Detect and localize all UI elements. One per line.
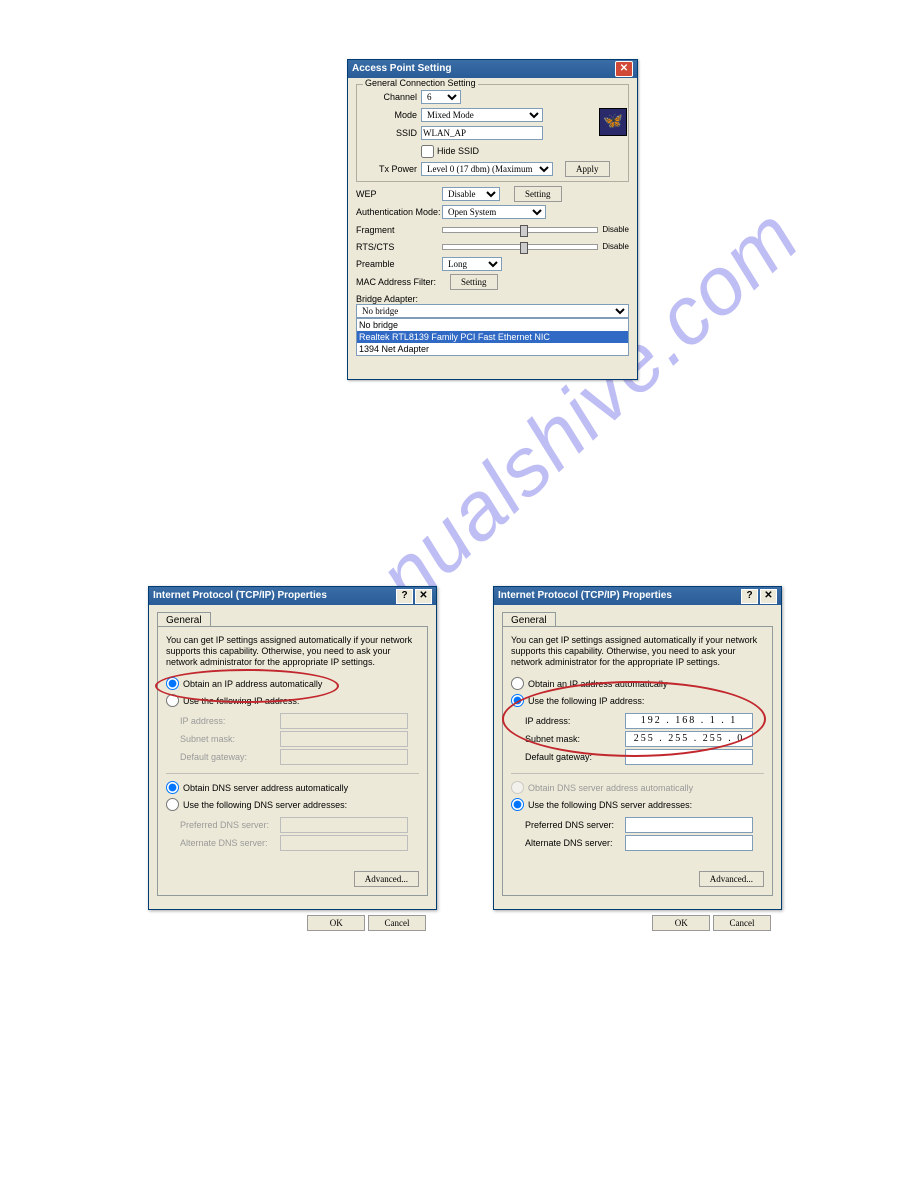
mac-filter-label: MAC Address Filter:: [356, 277, 442, 287]
help-icon[interactable]: ?: [741, 589, 758, 604]
bridge-opt-1394[interactable]: 1394 Net Adapter: [357, 343, 628, 355]
obtain-dns-radio[interactable]: [166, 781, 179, 794]
ssid-label: SSID: [361, 128, 417, 138]
bridge-select[interactable]: No bridge: [356, 304, 629, 318]
wep-setting-button[interactable]: Setting: [514, 186, 562, 202]
obtain-ip-radio[interactable]: [511, 677, 524, 690]
tcpip-dialog-right: Internet Protocol (TCP/IP) Properties ?✕…: [493, 586, 782, 910]
ssid-input[interactable]: [421, 126, 543, 140]
txpower-select[interactable]: Level 0 (17 dbm) (Maximum Po: [421, 162, 553, 176]
use-dns-label: Use the following DNS server addresses:: [183, 800, 347, 810]
ip-address-label: IP address:: [180, 716, 280, 726]
use-ip-radio[interactable]: [166, 694, 179, 707]
apply-button[interactable]: Apply: [565, 161, 610, 177]
advanced-button[interactable]: Advanced...: [699, 871, 764, 887]
gateway-input[interactable]: [625, 749, 753, 765]
alt-dns-label: Alternate DNS server:: [180, 838, 280, 848]
mode-label: Mode: [361, 110, 417, 120]
mac-setting-button[interactable]: Setting: [450, 274, 498, 290]
fragment-slider[interactable]: [442, 227, 598, 233]
general-connection-legend: General Connection Setting: [363, 78, 478, 88]
fragment-label: Fragment: [356, 225, 442, 235]
close-icon[interactable]: ✕: [615, 61, 633, 77]
channel-select[interactable]: 6: [421, 90, 461, 104]
intro-text: You can get IP settings assigned automat…: [166, 635, 419, 668]
mode-select[interactable]: Mixed Mode: [421, 108, 543, 122]
access-point-dialog: Access Point Setting ✕ General Connectio…: [347, 59, 638, 380]
obtain-ip-label: Obtain an IP address automatically: [528, 679, 667, 689]
bridge-opt-realtek[interactable]: Realtek RTL8139 Family PCI Fast Ethernet…: [357, 331, 628, 343]
subnet-input[interactable]: 255 . 255 . 255 . 0: [625, 731, 753, 747]
rtscts-disable: Disable: [602, 242, 629, 251]
ok-button[interactable]: OK: [652, 915, 710, 931]
wep-label: WEP: [356, 189, 442, 199]
channel-label: Channel: [361, 92, 417, 102]
ip-address-label: IP address:: [525, 716, 625, 726]
use-dns-radio[interactable]: [166, 798, 179, 811]
subnet-input: [280, 731, 408, 747]
bridge-label: Bridge Adapter:: [356, 294, 629, 304]
obtain-dns-label: Obtain DNS server address automatically: [528, 783, 693, 793]
auth-select[interactable]: Open System: [442, 205, 546, 219]
ok-button[interactable]: OK: [307, 915, 365, 931]
pref-dns-label: Preferred DNS server:: [180, 820, 280, 830]
tab-general[interactable]: General: [502, 612, 556, 627]
use-dns-radio[interactable]: [511, 798, 524, 811]
use-dns-label: Use the following DNS server addresses:: [528, 800, 692, 810]
obtain-dns-label: Obtain DNS server address automatically: [183, 783, 348, 793]
wep-select[interactable]: Disable: [442, 187, 500, 201]
bridge-dropdown-list[interactable]: No bridge Realtek RTL8139 Family PCI Fas…: [356, 318, 629, 356]
use-ip-radio[interactable]: [511, 694, 524, 707]
tab-general[interactable]: General: [157, 612, 211, 627]
subnet-label: Subnet mask:: [525, 734, 625, 744]
gateway-input: [280, 749, 408, 765]
pref-dns-input[interactable]: [625, 817, 753, 833]
rtscts-label: RTS/CTS: [356, 242, 442, 252]
tcpip-title: Internet Protocol (TCP/IP) Properties: [498, 587, 672, 605]
help-icon[interactable]: ?: [396, 589, 413, 604]
obtain-ip-radio[interactable]: [166, 677, 179, 690]
alt-dns-input[interactable]: [625, 835, 753, 851]
subnet-label: Subnet mask:: [180, 734, 280, 744]
ip-address-input: [280, 713, 408, 729]
bridge-opt-nobridge[interactable]: No bridge: [357, 319, 628, 331]
tcpip-dialog-left: Internet Protocol (TCP/IP) Properties ?✕…: [148, 586, 437, 910]
hide-ssid-label: Hide SSID: [437, 146, 479, 156]
preamble-label: Preamble: [356, 259, 442, 269]
txpower-label: Tx Power: [361, 164, 417, 174]
ip-address-input[interactable]: 192 . 168 . 1 . 1: [625, 713, 753, 729]
alt-dns-input: [280, 835, 408, 851]
ap-title: Access Point Setting: [352, 60, 451, 78]
preamble-select[interactable]: Long: [442, 257, 502, 271]
use-ip-label: Use the following IP address:: [183, 696, 299, 706]
gateway-label: Default gateway:: [180, 752, 280, 762]
advanced-button[interactable]: Advanced...: [354, 871, 419, 887]
cancel-button[interactable]: Cancel: [713, 915, 771, 931]
auth-label: Authentication Mode:: [356, 207, 442, 217]
alt-dns-label: Alternate DNS server:: [525, 838, 625, 848]
intro-text: You can get IP settings assigned automat…: [511, 635, 764, 668]
pref-dns-label: Preferred DNS server:: [525, 820, 625, 830]
obtain-dns-radio: [511, 781, 524, 794]
cancel-button[interactable]: Cancel: [368, 915, 426, 931]
obtain-ip-label: Obtain an IP address automatically: [183, 679, 322, 689]
pref-dns-input: [280, 817, 408, 833]
rtscts-slider[interactable]: [442, 244, 598, 250]
fragment-disable: Disable: [602, 225, 629, 234]
close-icon[interactable]: ✕: [760, 589, 777, 604]
close-icon[interactable]: ✕: [415, 589, 432, 604]
hide-ssid-checkbox[interactable]: [421, 145, 434, 158]
gateway-label: Default gateway:: [525, 752, 625, 762]
use-ip-label: Use the following IP address:: [528, 696, 644, 706]
tcpip-title: Internet Protocol (TCP/IP) Properties: [153, 587, 327, 605]
